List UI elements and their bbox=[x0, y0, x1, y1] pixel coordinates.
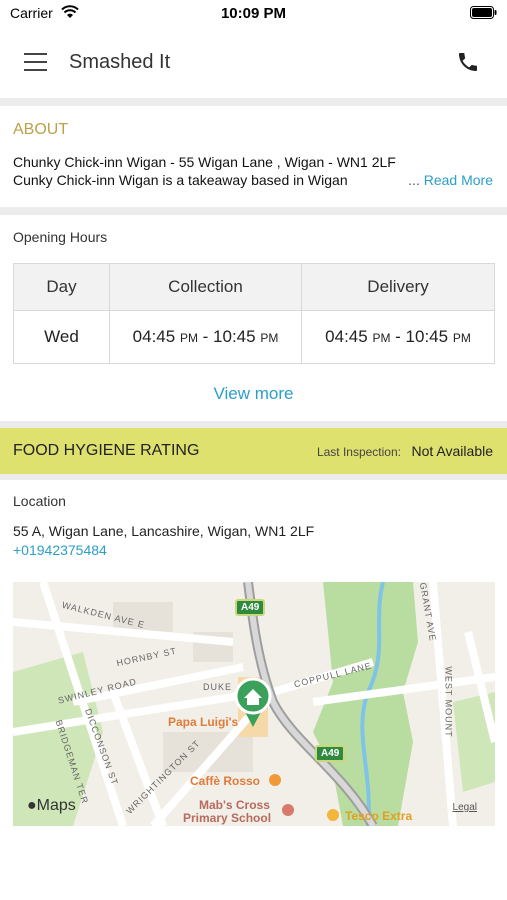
last-inspection-value: Not Available bbox=[411, 443, 493, 459]
delivery-start-ampm: PM bbox=[372, 331, 391, 345]
table-header-row: Day Collection Delivery bbox=[13, 263, 495, 311]
poi-label: Mab's Cross bbox=[199, 798, 270, 812]
delivery-end-ampm: PM bbox=[452, 331, 471, 345]
collection-end-ampm: PM bbox=[260, 331, 279, 345]
road-number-badge: A49 bbox=[235, 599, 266, 616]
street-label: DUKE bbox=[203, 682, 233, 692]
view-more-link[interactable]: View more bbox=[0, 384, 507, 404]
app-header: Smashed It bbox=[0, 28, 507, 98]
poi-label: Tesco Extra bbox=[345, 809, 413, 823]
about-description-line1: Chunky Chick-inn Wigan - 55 Wigan Lane ,… bbox=[13, 154, 396, 170]
divider bbox=[0, 474, 507, 480]
food-hygiene-heading: FOOD HYGIENE RATING bbox=[13, 442, 200, 459]
column-header-delivery: Delivery bbox=[301, 263, 495, 311]
column-header-collection: Collection bbox=[109, 263, 302, 311]
delivery-start: 04:45 bbox=[325, 327, 368, 346]
battery-icon bbox=[470, 6, 497, 19]
phone-icon[interactable] bbox=[456, 50, 480, 74]
opening-hours-heading: Opening Hours bbox=[13, 229, 108, 245]
collection-start: 04:45 bbox=[132, 327, 176, 346]
about-heading: ABOUT bbox=[13, 121, 69, 138]
day-cell: Wed bbox=[13, 310, 110, 364]
table-row: Wed 04:45 PM - 10:45 PM 04:45 PM - 10:45… bbox=[13, 310, 495, 364]
road-number-badge: A49 bbox=[315, 745, 346, 762]
about-description-line2: Cunky Chick-inn Wigan is a takeaway base… bbox=[13, 172, 348, 188]
read-more-link[interactable]: ... Read More bbox=[408, 172, 493, 188]
divider bbox=[0, 98, 507, 106]
collection-end: 10:45 bbox=[213, 327, 256, 346]
location-heading: Location bbox=[13, 493, 66, 509]
status-bar: Carrier 10:09 PM bbox=[0, 0, 507, 28]
maps-attribution: ●Maps bbox=[27, 797, 76, 815]
read-more-ellipsis: ... bbox=[408, 172, 420, 188]
location-address: 55 A, Wigan Lane, Lancashire, Wigan, WN1… bbox=[13, 523, 315, 539]
legal-link[interactable]: Legal bbox=[453, 802, 477, 813]
poi-label: Papa Luigi's bbox=[168, 715, 239, 729]
collection-start-ampm: PM bbox=[179, 331, 198, 345]
divider bbox=[0, 207, 507, 215]
clock: 10:09 PM bbox=[220, 5, 287, 22]
food-hygiene-banner: FOOD HYGIENE RATING Last Inspection: Not… bbox=[0, 428, 507, 474]
delivery-hours-cell: 04:45 PM - 10:45 PM bbox=[301, 310, 495, 364]
apple-logo-icon: ● bbox=[27, 797, 37, 814]
delivery-end: 10:45 bbox=[405, 327, 449, 346]
maps-attribution-label: Maps bbox=[36, 797, 76, 814]
opening-hours-table: Day Collection Delivery Wed 04:45 PM - 1… bbox=[13, 263, 495, 364]
hamburger-menu-icon[interactable] bbox=[24, 53, 47, 71]
poi-label: Caffè Rosso bbox=[190, 774, 261, 788]
column-header-day: Day bbox=[13, 263, 110, 311]
page-title: Smashed It bbox=[69, 51, 171, 73]
poi-label: Primary School bbox=[183, 811, 272, 825]
last-inspection-label: Last Inspection: bbox=[316, 445, 401, 459]
location-map[interactable]: WALKDEN AVE E HORNBY ST SWINLEY ROAD DUK… bbox=[13, 582, 495, 826]
read-more-label[interactable]: Read More bbox=[424, 172, 493, 188]
collection-hours-cell: 04:45 PM - 10:45 PM bbox=[109, 310, 302, 364]
divider bbox=[0, 421, 507, 428]
location-phone-link[interactable]: +01942375484 bbox=[13, 542, 107, 558]
street-label: WEST MOUNT bbox=[443, 666, 454, 738]
